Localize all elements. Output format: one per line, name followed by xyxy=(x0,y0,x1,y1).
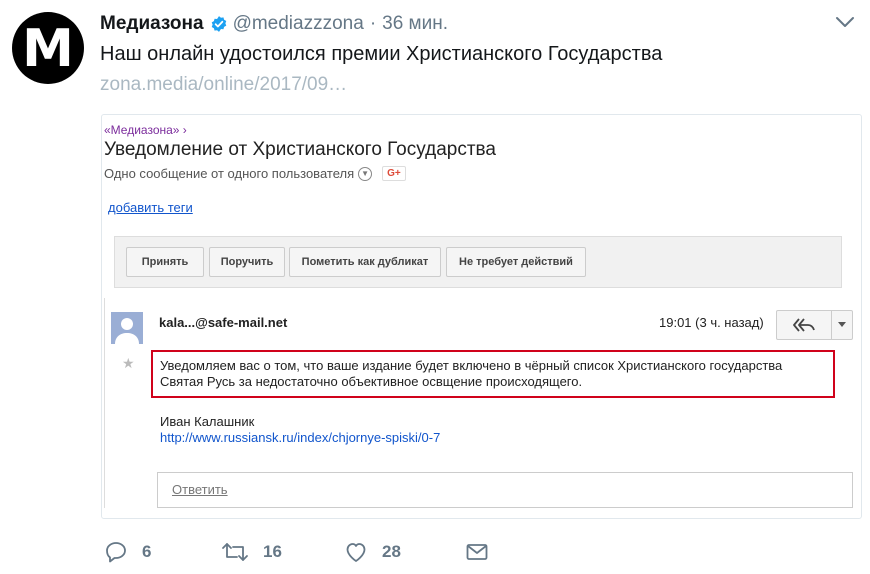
like-action[interactable]: 28 xyxy=(344,540,401,564)
accept-button: Принять xyxy=(126,247,204,277)
envelope-icon xyxy=(465,540,489,564)
avatar-letter: M xyxy=(22,19,74,79)
reply-all-icon xyxy=(776,310,832,340)
author-avatar[interactable]: M xyxy=(12,12,84,84)
email-toolbar: Принять Поручить Пометить как дубликат Н… xyxy=(114,236,842,288)
author-handle[interactable]: @mediazzzona xyxy=(233,13,364,35)
retweet-icon xyxy=(221,540,249,564)
email-message: kala...@safe-mail.net 19:01 (3 ч. назад)… xyxy=(104,298,860,508)
separator-dot: · xyxy=(369,13,377,34)
no-action-button: Не требует действий xyxy=(446,247,586,277)
chevron-down-icon[interactable] xyxy=(834,14,856,30)
tweet-link[interactable]: zona.media/online/2017/09… xyxy=(100,74,347,96)
heart-icon xyxy=(344,540,368,564)
mark-duplicate-button: Пометить как дубликат xyxy=(289,247,441,277)
tweet-time[interactable]: 36 мин. xyxy=(382,13,448,35)
reply-box: Ответить xyxy=(157,472,853,508)
signature-name: Иван Калашник xyxy=(160,414,255,429)
dropdown-circle-icon: ▼ xyxy=(358,166,373,181)
verified-icon xyxy=(210,15,228,33)
add-tags-link: добавить теги xyxy=(108,200,193,215)
body-line-2: Святая Русь за недостаточно объективное … xyxy=(160,374,583,389)
body-line-1: Уведомляем вас о том, что ваше издание б… xyxy=(160,358,783,373)
signature-link: http://www.russiansk.ru/index/chjornye-s… xyxy=(160,430,441,445)
like-count: 28 xyxy=(382,542,401,561)
star-icon: ★ xyxy=(122,355,135,371)
breadcrumb: «Медиазона» › xyxy=(104,123,187,137)
thread-meta-text: Одно сообщение от одного пользователя xyxy=(104,166,355,181)
more-options-icon xyxy=(831,310,853,340)
tweet-header: Медиазона @mediazzzona · 36 мин. xyxy=(100,12,850,36)
tweet-text: Наш онлайн удостоился премии Христианско… xyxy=(100,43,663,65)
retweet-count: 16 xyxy=(263,542,282,561)
assign-button: Поручить xyxy=(209,247,285,277)
message-time: 19:01 (3 ч. назад) xyxy=(659,315,764,330)
sender-avatar xyxy=(111,312,143,344)
sender-email: kala...@safe-mail.net xyxy=(159,315,288,330)
email-subject: Уведомление от Христианского Государства xyxy=(104,139,496,160)
thread-meta: Одно сообщение от одного пользователя ▼ … xyxy=(104,166,406,181)
reply-action[interactable]: 6 xyxy=(104,540,151,564)
reply-icon xyxy=(104,540,128,564)
reply-count: 6 xyxy=(142,542,152,561)
email-screenshot: «Медиазона» › Уведомление от Христианско… xyxy=(101,114,862,519)
retweet-action[interactable]: 16 xyxy=(221,540,282,564)
gplus-badge: G+ xyxy=(382,166,406,181)
author-name[interactable]: Медиазона xyxy=(100,13,204,35)
reply-placeholder: Ответить xyxy=(172,482,228,497)
message-action[interactable] xyxy=(465,540,489,564)
